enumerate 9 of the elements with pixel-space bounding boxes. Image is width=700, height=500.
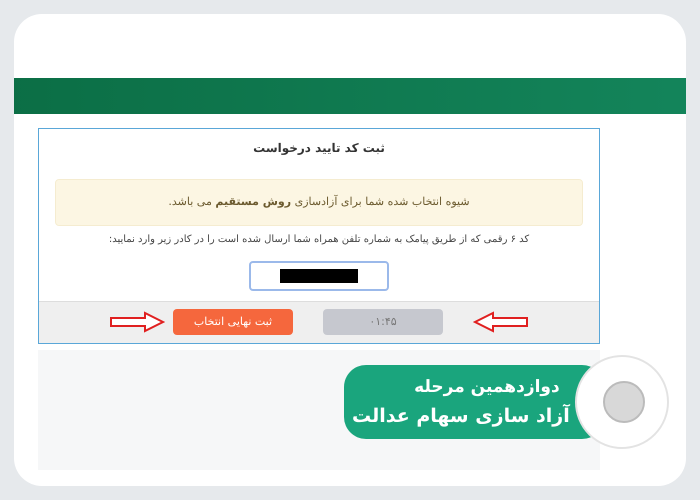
code-input[interactable] bbox=[249, 260, 389, 290]
form-title: ثبت کد تایید درخواست bbox=[252, 140, 386, 157]
notice-message: شیوه انتخاب شده شما برای آزادسازی روش مستقیم می باشد. bbox=[55, 179, 583, 226]
submit-button[interactable]: ثبت نهایی انتخاب bbox=[173, 309, 293, 335]
banner-text: آزاد سازی سهام عدالت bbox=[352, 403, 570, 429]
arrow-icon bbox=[109, 311, 165, 333]
instruction-text: کد ۶ رقمی که از طریق پیامک به شماره تلفن همراه شما ارسال شده است را در کادر زیر وارد نمایید: bbox=[108, 232, 530, 246]
banner-text: دوازدهمین مرحله bbox=[414, 376, 560, 399]
arrow-icon bbox=[473, 311, 529, 333]
